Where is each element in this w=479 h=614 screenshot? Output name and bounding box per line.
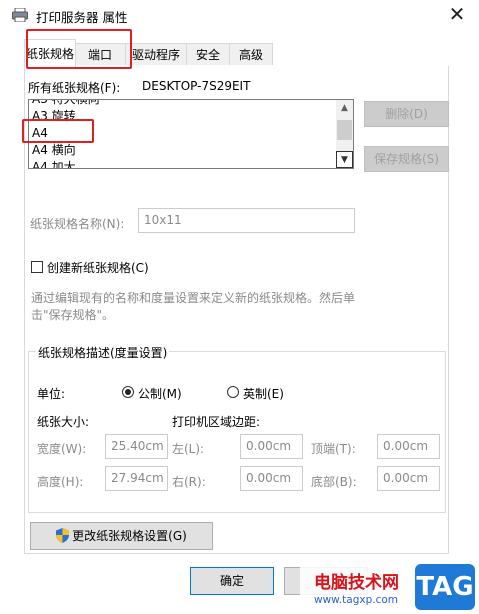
bottom-margin-field[interactable]: 0.00cm [377, 466, 440, 491]
paper-size-label: 纸张大小: [37, 415, 90, 429]
height-field[interactable]: 27.94cm [105, 466, 168, 491]
left-margin-field[interactable]: 0.00cm [240, 434, 303, 459]
form-name-field[interactable]: 10x11 [138, 208, 355, 233]
tab-security[interactable]: 安全 [186, 43, 230, 65]
save-form-button[interactable]: 保存规格(S) [364, 146, 449, 172]
watermark: 电脑技术网 www.tagxp.com TAG [300, 562, 479, 614]
metric-label: 公制(M) [138, 387, 182, 401]
right-margin-label: 右(R): [172, 475, 206, 489]
list-item[interactable]: A4 加大 [32, 160, 76, 168]
delete-button[interactable]: 删除(D) [364, 101, 449, 127]
watermark-url: www.tagxp.com [314, 594, 398, 606]
bottom-margin-label: 底部(B): [311, 475, 357, 489]
create-new-label: 创建新纸张规格(C) [47, 261, 149, 275]
watermark-text: 电脑技术网 [314, 573, 399, 593]
height-label: 高度(H): [37, 475, 84, 489]
hint-text: 通过编辑现有的名称和度量设置来定义新的纸张规格。然后单击"保存规格"。 [31, 291, 356, 322]
list-scrollbar[interactable]: ▲ ▼ [336, 100, 353, 168]
window-title: 打印服务器 属性 [36, 10, 128, 25]
create-new-checkbox[interactable] [31, 261, 43, 273]
width-field[interactable]: 25.40cm [105, 434, 168, 459]
annotation-box-tabs [26, 29, 132, 69]
english-label: 英制(E) [243, 387, 284, 401]
title-bar: 打印服务器 属性 ✕ [0, 0, 479, 30]
close-button[interactable]: ✕ [446, 3, 468, 25]
left-margin-label: 左(L): [172, 442, 205, 456]
shield-icon [56, 528, 70, 543]
ok-button[interactable]: 确定 [190, 567, 274, 595]
scroll-up-icon[interactable]: ▲ [336, 100, 353, 117]
server-name: DESKTOP-7S29EIT [142, 79, 251, 93]
list-item[interactable]: A4 横向 [32, 143, 76, 158]
metric-radio[interactable] [122, 386, 134, 398]
tab-drivers[interactable]: 驱动程序 [125, 43, 187, 65]
scroll-down-icon[interactable]: ▼ [336, 151, 353, 168]
printer-icon [12, 8, 28, 22]
english-radio[interactable] [227, 386, 239, 398]
list-item[interactable]: A3 特大横向 [32, 100, 100, 107]
scroll-thumb[interactable] [337, 120, 352, 140]
top-margin-field[interactable]: 0.00cm [377, 434, 440, 459]
margins-label: 打印机区域边距: [172, 415, 261, 429]
units-label: 单位: [37, 387, 66, 401]
tag-logo: TAG [415, 564, 475, 610]
right-margin-field[interactable]: 0.00cm [240, 466, 303, 491]
group-title: 纸张规格描述(度量设置) [36, 344, 170, 361]
change-settings-button[interactable]: 更改纸张规格设置(G) [30, 522, 213, 550]
top-margin-label: 顶端(T): [311, 442, 356, 456]
form-name-label: 纸张规格名称(N): [30, 217, 125, 231]
width-label: 宽度(W): [37, 442, 87, 456]
all-forms-label: 所有纸张规格(F): [28, 81, 121, 95]
tab-advanced[interactable]: 高级 [229, 43, 273, 65]
annotation-box-a4 [22, 119, 94, 143]
